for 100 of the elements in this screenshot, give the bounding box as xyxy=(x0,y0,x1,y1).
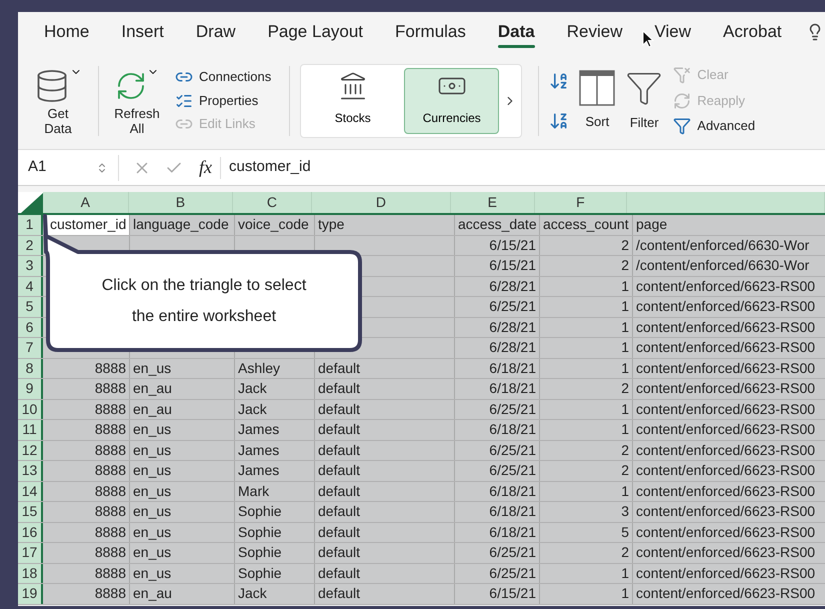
row-header[interactable]: 12 xyxy=(18,440,43,460)
table-cell: content/enforced/6623-RS00 xyxy=(633,379,825,398)
table-cell: en_us xyxy=(130,564,235,583)
data-type-button[interactable]: Stocks xyxy=(305,68,400,134)
table-cell: default xyxy=(315,482,455,501)
table-cell: content/enforced/6623-RS00 xyxy=(633,502,825,522)
table-cell: 1 xyxy=(540,338,633,358)
link-option[interactable]: Properties xyxy=(175,90,272,110)
table-cell: 1 xyxy=(540,297,633,316)
table-cell: 6/18/21 xyxy=(455,379,540,398)
table-cell: content/enforced/6623-RS00 xyxy=(633,461,825,480)
table-cell: 6/18/21 xyxy=(455,420,540,440)
menu-tab[interactable]: Acrobat xyxy=(707,16,798,48)
menu-tab[interactable]: Home xyxy=(28,16,106,48)
table-cell: en_us xyxy=(130,461,235,480)
table-cell: 1 xyxy=(540,584,633,604)
table-cell: access_count xyxy=(540,215,633,234)
row-header[interactable]: 17 xyxy=(18,543,43,562)
row-header[interactable]: 7 xyxy=(18,338,43,358)
row-header[interactable]: 5 xyxy=(18,297,43,316)
column-header[interactable]: C xyxy=(232,192,312,213)
menu-tab[interactable]: Page Layout xyxy=(252,16,380,48)
filter-button[interactable]: Filter xyxy=(625,68,664,132)
row-header[interactable]: 18 xyxy=(18,564,43,583)
column-header[interactable]: F xyxy=(534,192,627,213)
menu-tab[interactable]: Formulas xyxy=(379,16,482,48)
table-cell: content/enforced/6623-RS00 xyxy=(633,564,825,583)
formula-field[interactable]: customer_id xyxy=(229,156,311,179)
row-header[interactable]: 8 xyxy=(18,358,43,378)
option-icon xyxy=(673,92,692,110)
link-option[interactable]: Connections xyxy=(175,67,272,87)
table-cell: content/enforced/6623-RS00 xyxy=(633,318,825,337)
table-cell: 1 xyxy=(540,358,633,378)
table-cell: en_us xyxy=(130,502,235,522)
row-header[interactable]: 13 xyxy=(18,461,43,480)
row-header[interactable]: 16 xyxy=(18,522,43,542)
row-header[interactable]: 6 xyxy=(18,318,43,337)
table-cell: en_au xyxy=(130,379,235,398)
cursor-icon xyxy=(642,30,654,48)
table-cell: 6/28/21 xyxy=(455,338,540,358)
table-cell: 8888 xyxy=(43,482,130,501)
row-header[interactable]: 15 xyxy=(18,502,43,522)
column-header[interactable]: D xyxy=(312,192,451,213)
row-header[interactable]: 14 xyxy=(18,482,43,501)
table-cell: 2 xyxy=(540,236,633,255)
column-header[interactable]: A xyxy=(42,192,129,213)
table-cell: 6/18/21 xyxy=(455,522,540,542)
table-cell: access_date xyxy=(455,215,540,234)
table-cell: 2 xyxy=(540,440,633,460)
get-data-button[interactable]: Get Data xyxy=(28,66,88,136)
table-cell: 8888 xyxy=(43,564,130,583)
menu-tab[interactable]: Data xyxy=(482,16,551,48)
sort-button[interactable]: Sort xyxy=(579,70,616,132)
table-cell: Mark xyxy=(235,482,315,501)
table-cell: 6/25/21 xyxy=(455,543,540,562)
table-cell: 6/28/21 xyxy=(455,276,540,296)
data-type-button[interactable]: Currencies xyxy=(404,68,500,134)
table-cell: en_us xyxy=(130,482,235,501)
column-header[interactable]: B xyxy=(128,192,233,213)
table-cell: en_us xyxy=(130,522,235,542)
table-cell: 6/18/21 xyxy=(455,502,540,522)
table-cell: Jack xyxy=(235,379,315,398)
function-label[interactable]: fx xyxy=(199,154,212,181)
row-header[interactable]: 2 xyxy=(18,236,43,255)
row-header[interactable]: 1 xyxy=(18,215,43,234)
sort-icon xyxy=(579,70,616,106)
table-cell: content/enforced/6623-RS00 xyxy=(633,440,825,460)
select-all-button[interactable] xyxy=(18,192,43,213)
menu-tab[interactable]: View xyxy=(638,16,708,48)
column-header[interactable]: E xyxy=(450,192,535,213)
table-cell: default xyxy=(315,461,455,480)
table-cell: default xyxy=(315,440,455,460)
table-cell: 8888 xyxy=(43,502,130,522)
row-header[interactable]: 3 xyxy=(18,256,43,276)
table-cell: 3 xyxy=(540,502,633,522)
name-box[interactable]: A1 xyxy=(18,150,118,185)
table-cell: 6/15/21 xyxy=(455,236,540,255)
table-cell: /content/enforced/6630-Wor xyxy=(633,236,825,255)
table-cell: 8888 xyxy=(43,379,130,398)
table-cell: Sophie xyxy=(235,522,315,542)
row-header[interactable]: 19 xyxy=(18,584,43,604)
row-header[interactable]: 9 xyxy=(18,379,43,398)
table-cell: en_us xyxy=(130,358,235,378)
table-cell: en_us xyxy=(130,440,235,460)
refresh-all-button[interactable]: Refresh All xyxy=(109,66,165,136)
table-cell: 2 xyxy=(540,379,633,398)
row-header[interactable]: 4 xyxy=(18,276,43,296)
row-header[interactable]: 10 xyxy=(18,400,43,419)
row-header[interactable]: 11 xyxy=(18,420,43,440)
table-cell: James xyxy=(235,420,315,440)
menu-tab[interactable]: Review xyxy=(550,16,638,48)
table-cell: 2 xyxy=(540,543,633,562)
table-cell: 2 xyxy=(540,461,633,480)
table-cell: 5 xyxy=(540,522,633,542)
menu-tab[interactable]: Draw xyxy=(180,16,252,48)
filter-option[interactable]: Advanced xyxy=(673,116,756,136)
table-cell: Sophie xyxy=(235,543,315,562)
table-cell: type xyxy=(315,215,455,234)
table-cell: default xyxy=(315,522,455,542)
menu-tab[interactable]: Insert xyxy=(105,16,180,48)
